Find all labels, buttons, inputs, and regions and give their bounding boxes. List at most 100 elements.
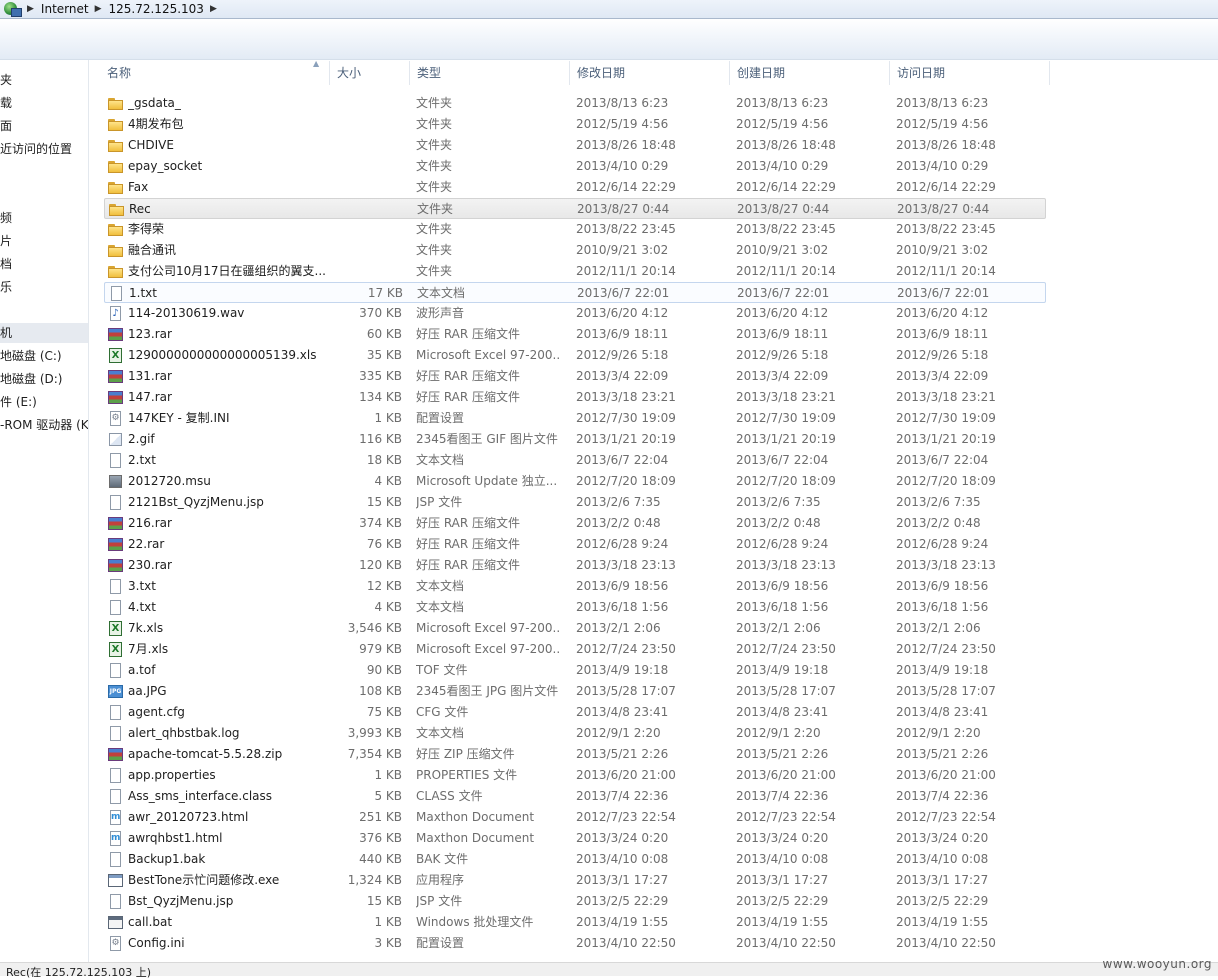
file-modified-date: 2013/8/26 18:48 <box>576 138 676 152</box>
file-row[interactable]: Fax 文件夹 2012/6/14 22:29 2012/6/14 22:29 2012… <box>104 177 1046 198</box>
file-row[interactable]: alert_qhbstbak.log 3,993 KB 文本文档 2012/9/1 2… <box>104 723 1046 744</box>
file-size: 12 KB <box>366 579 402 593</box>
file-created-date: 2013/7/4 22:36 <box>736 789 829 803</box>
file-created-date: 2012/9/1 2:20 <box>736 726 821 740</box>
file-row[interactable]: Rec 文件夹 2013/8/27 0:44 2013/8/27 0:44 2013/8… <box>104 198 1046 219</box>
file-row[interactable]: 2012720.msu 4 KB Microsoft Update 独立... 201… <box>104 471 1046 492</box>
file-row[interactable]: 融合通讯 文件夹 2010/9/21 3:02 2010/9/21 3:02 2010/… <box>104 240 1046 261</box>
file-size <box>334 261 402 282</box>
file-name: app.properties <box>128 768 216 782</box>
file-name: Backup1.bak <box>128 852 206 866</box>
file-row[interactable]: 131.rar 335 KB 好压 RAR 压缩文件 2013/3/4 22:09 20… <box>104 366 1046 387</box>
file-size <box>334 219 402 240</box>
file-accessed-date: 2012/7/30 19:09 <box>896 411 996 425</box>
file-size <box>334 114 402 135</box>
file-name: 1.txt <box>129 286 157 300</box>
file-row[interactable]: a.tof 90 KB TOF 文件 2013/4/9 19:18 2013/4/9 1… <box>104 660 1046 681</box>
file-modified-date: 2013/2/5 22:29 <box>576 894 669 908</box>
file-type: 文件夹 <box>416 138 453 152</box>
file-row[interactable]: Ass_sms_interface.class 5 KB CLASS 文件 2013/… <box>104 786 1046 807</box>
file-row[interactable]: 1290000000000000005139.xls 35 KB Microsoft… <box>104 345 1046 366</box>
file-row[interactable]: Config.ini 3 KB 配置设置 2013/4/10 22:50 2013/4/… <box>104 933 1046 954</box>
folder-icon <box>108 96 123 111</box>
file-created-date: 2013/8/22 23:45 <box>736 222 836 236</box>
file-size <box>334 177 402 198</box>
file-row[interactable]: awrqhbst1.html 376 KB Maxthon Document 2013… <box>104 828 1046 849</box>
file-row[interactable]: 2.gif 116 KB 2345看图王 GIF 图片文件 2013/1/21 20:… <box>104 429 1046 450</box>
status-bar: Rec(在 125.72.125.103 上) <box>0 962 1218 979</box>
file-type: BAK 文件 <box>416 852 469 866</box>
file-row[interactable]: 4期发布包 文件夹 2012/5/19 4:56 2012/5/19 4:56 2012… <box>104 114 1046 135</box>
file-row[interactable]: 2.txt 18 KB 文本文档 2013/6/7 22:04 2013/6/7 22:… <box>104 450 1046 471</box>
file-type: Windows 批处理文件 <box>416 915 534 929</box>
file-created-date: 2013/6/9 18:11 <box>736 327 829 341</box>
file-row[interactable]: 7k.xls 3,546 KB Microsoft Excel 97-200... 2… <box>104 618 1046 639</box>
file-modified-date: 2013/1/21 20:19 <box>576 432 676 446</box>
file-created-date: 2012/6/28 9:24 <box>736 537 829 551</box>
file-row[interactable]: app.properties 1 KB PROPERTIES 文件 2013/6/20… <box>104 765 1046 786</box>
file-created-date: 2013/4/10 0:29 <box>736 159 829 173</box>
file-name: 李得荣 <box>128 222 165 236</box>
file-name: a.tof <box>128 663 156 677</box>
file-type: 文本文档 <box>417 286 466 300</box>
file-row[interactable]: 1.txt 17 KB 文本文档 2013/6/7 22:01 2013/6/7 22:… <box>104 282 1046 303</box>
file-row[interactable]: 123.rar 60 KB 好压 RAR 压缩文件 2013/6/9 18:11 201… <box>104 324 1046 345</box>
file-name: Fax <box>128 180 149 194</box>
file-row[interactable]: 22.rar 76 KB 好压 RAR 压缩文件 2012/6/28 9:24 2012… <box>104 534 1046 555</box>
file-row[interactable]: 114-20130619.wav 370 KB 波形声音 2013/6/20 4:12… <box>104 303 1046 324</box>
file-size: 4 KB <box>374 474 402 488</box>
text-file-icon <box>108 768 123 783</box>
file-row[interactable]: aa.JPG 108 KB 2345看图王 JPG 图片文件 2013/5/28 17… <box>104 681 1046 702</box>
file-modified-date: 2012/6/14 22:29 <box>576 180 676 194</box>
file-name: aa.JPG <box>128 684 167 698</box>
file-row[interactable]: 147.rar 134 KB 好压 RAR 压缩文件 2013/3/18 23:21 2… <box>104 387 1046 408</box>
jpg-image-icon <box>108 684 123 699</box>
file-row[interactable]: 230.rar 120 KB 好压 RAR 压缩文件 2013/3/18 23:13 2… <box>104 555 1046 576</box>
file-row[interactable]: 李得荣 文件夹 2013/8/22 23:45 2013/8/22 23:45 2013… <box>104 219 1046 240</box>
file-accessed-date: 2013/4/19 1:55 <box>896 915 989 929</box>
file-row[interactable]: epay_socket 文件夹 2013/4/10 0:29 2013/4/10 0:… <box>104 156 1046 177</box>
file-row[interactable]: Backup1.bak 440 KB BAK 文件 2013/4/10 0:08 201… <box>104 849 1046 870</box>
file-row[interactable]: 3.txt 12 KB 文本文档 2013/6/9 18:56 2013/6/9 18:… <box>104 576 1046 597</box>
file-accessed-date: 2013/5/28 17:07 <box>896 684 996 698</box>
text-file-icon <box>108 495 123 510</box>
file-row[interactable]: Bst_QyzjMenu.jsp 15 KB JSP 文件 2013/2/5 22:2… <box>104 891 1046 912</box>
file-modified-date: 2013/6/9 18:11 <box>576 327 669 341</box>
file-row[interactable]: 216.rar 374 KB 好压 RAR 压缩文件 2013/2/2 0:48 201… <box>104 513 1046 534</box>
file-row[interactable]: call.bat 1 KB Windows 批处理文件 2013/4/19 1:55 2… <box>104 912 1046 933</box>
file-row[interactable]: agent.cfg 75 KB CFG 文件 2013/4/8 23:41 2013/4… <box>104 702 1046 723</box>
file-modified-date: 2013/4/9 19:18 <box>576 663 669 677</box>
file-name: 22.rar <box>128 537 165 551</box>
file-accessed-date: 2013/6/9 18:11 <box>896 327 989 341</box>
file-created-date: 2013/2/5 22:29 <box>736 894 829 908</box>
file-row[interactable]: CHDIVE 文件夹 2013/8/26 18:48 2013/8/26 18:48 2… <box>104 135 1046 156</box>
file-type: Maxthon Document <box>416 810 535 824</box>
file-row[interactable]: _gsdata_ 文件夹 2013/8/13 6:23 2013/8/13 6:23 2… <box>104 93 1046 114</box>
rar-archive-icon <box>108 369 123 384</box>
file-type: 文件夹 <box>416 117 453 131</box>
file-row[interactable]: 支付公司10月17日在疆组织的翼支... 文件夹 2012/11/1 20:14 20… <box>104 261 1046 282</box>
file-created-date: 2013/3/4 22:09 <box>736 369 829 383</box>
file-row[interactable]: awr_20120723.html 251 KB Maxthon Document 2… <box>104 807 1046 828</box>
file-row[interactable]: 147KEY - 复制.INI 1 KB 配置设置 2012/7/30 19:09 20… <box>104 408 1046 429</box>
file-created-date: 2012/7/30 19:09 <box>736 411 836 425</box>
file-size: 251 KB <box>359 810 402 824</box>
file-type: Microsoft Excel 97-200... <box>416 348 561 362</box>
text-file-icon <box>108 726 123 741</box>
file-created-date: 2013/4/9 19:18 <box>736 663 829 677</box>
file-size: 3 KB <box>374 936 402 950</box>
file-name: Rec <box>129 202 151 216</box>
file-type: 文本文档 <box>416 726 465 740</box>
file-type: 好压 RAR 压缩文件 <box>416 537 521 551</box>
file-type: PROPERTIES 文件 <box>416 768 518 782</box>
file-row[interactable]: 7月.xls 979 KB Microsoft Excel 97-200... 201… <box>104 639 1046 660</box>
file-modified-date: 2013/5/21 2:26 <box>576 747 669 761</box>
file-row[interactable]: 2121Bst_QyzjMenu.jsp 15 KB JSP 文件 2013/2/6 … <box>104 492 1046 513</box>
file-size: 76 KB <box>366 537 402 551</box>
file-created-date: 2012/11/1 20:14 <box>736 264 836 278</box>
file-row[interactable]: 4.txt 4 KB 文本文档 2013/6/18 1:56 2013/6/18 1:5… <box>104 597 1046 618</box>
file-row[interactable]: BestTone示忙问题修改.exe 1,324 KB 应用程序 2013/3/1 1… <box>104 870 1046 891</box>
file-name: 123.rar <box>128 327 172 341</box>
file-name: 融合通讯 <box>128 243 177 257</box>
file-row[interactable]: apache-tomcat-5.5.28.zip 7,354 KB 好压 ZIP 压… <box>104 744 1046 765</box>
